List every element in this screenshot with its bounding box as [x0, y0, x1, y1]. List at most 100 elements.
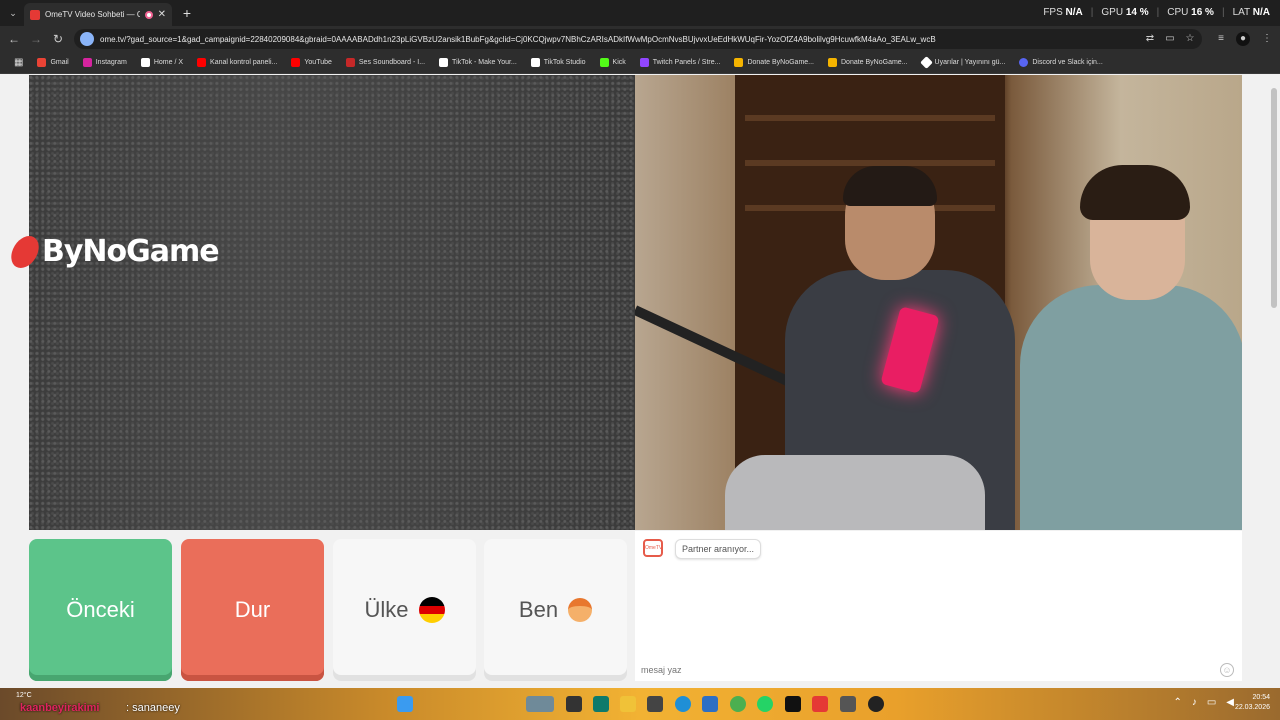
germany-flag-icon [418, 597, 445, 623]
discord-icon [1019, 58, 1029, 67]
clock-date: 22.03.2026 [1234, 704, 1270, 711]
network-icon[interactable]: ▭ [1207, 697, 1216, 708]
tab-ometv[interactable]: OmeTV Video Sohbeti — C ✕ [24, 3, 172, 26]
fps-label: FPS [1043, 7, 1063, 18]
bynogame-logo: ByNoGame [7, 234, 220, 269]
chat-panel: OmeTV Partner aranıyor... ☺ [635, 531, 1242, 681]
scrollbar-thumb[interactable] [1271, 88, 1277, 308]
bookmark-label: Donate ByNoGame... [841, 59, 908, 66]
me-label: Ben [518, 597, 559, 622]
bookmark-soundboard[interactable]: Ses Soundboard - I... [340, 58, 431, 67]
person-body [1020, 285, 1242, 530]
gpu-value: 14 % [1125, 7, 1149, 18]
chevron-up-icon[interactable]: ⌃ [1173, 697, 1181, 708]
person-right-image [1020, 165, 1242, 530]
bookmark-donate-1[interactable]: Donate ByNoGame... [728, 58, 820, 67]
x-icon [140, 58, 150, 67]
bookmark-donate-2[interactable]: Donate ByNoGame... [822, 58, 914, 67]
bookmark-tiktok-studio[interactable]: TikTok Studio [525, 58, 592, 67]
forward-arrow-icon[interactable]: → [28, 31, 44, 47]
mail-icon[interactable] [702, 696, 718, 712]
chat-input[interactable] [641, 663, 1211, 677]
self-video [635, 75, 1242, 530]
bookmark-star-icon[interactable]: ☆ [1183, 32, 1197, 46]
tab-title: OmeTV Video Sohbeti — C [45, 10, 140, 19]
cpu-value: 16 % [1191, 7, 1214, 18]
menu-kebab-icon[interactable]: ⋮ [1260, 32, 1274, 46]
tab-search-button[interactable]: ⌄ [4, 4, 22, 22]
previous-label: Önceki [66, 597, 135, 622]
translate-icon[interactable]: ⇄ [1143, 32, 1157, 46]
stop-label: Dur [234, 597, 271, 622]
brand-text: ByNoGame [42, 234, 220, 269]
apps-grid-icon[interactable]: ▦ [8, 57, 29, 68]
bookmark-label: Uyarılar | Yayınını gü... [934, 59, 1006, 66]
bookmark-label: Kick [612, 59, 626, 66]
store-icon[interactable] [647, 696, 663, 712]
shelf [745, 115, 995, 121]
lat-value: N/A [1252, 7, 1270, 18]
bookmark-youtube[interactable]: YouTube [285, 58, 338, 67]
microphone-icon[interactable]: ♪ [1192, 697, 1197, 708]
bookmark-label: TikTok Studio [543, 59, 586, 66]
performance-stats: FPS N/A | GPU 14 % | CPU 16 % | LAT N/A [1043, 7, 1270, 18]
system-tray: ⌃ ♪ ▭ ◀ [1173, 697, 1234, 708]
bookmark-label: Ses Soundboard - I... [358, 59, 426, 66]
profile-avatar-icon[interactable]: ● [1236, 32, 1250, 46]
fps-value: N/A [1065, 7, 1083, 18]
site-info-icon[interactable] [80, 32, 94, 46]
tab-strip: ⌄ OmeTV Video Sohbeti — C ✕ + FPS N/A | … [0, 0, 1280, 26]
address-bar[interactable]: ome.tv/?gad_source=1&gad_campaignid=2284… [74, 29, 1202, 49]
person-hair [843, 166, 937, 206]
reload-icon[interactable]: ↻ [50, 31, 66, 47]
new-tab-button[interactable]: + [178, 4, 196, 22]
bookmark-label: YouTube [304, 59, 332, 66]
bookmark-label: Twitch Panels / Stre... [652, 59, 721, 66]
bookmark-gmail[interactable]: Gmail [31, 58, 74, 67]
app-thumbnail-icon[interactable] [526, 696, 554, 712]
bookmark-discord[interactable]: Discord ve Slack için... [1013, 58, 1108, 67]
page-scrollbar[interactable] [1268, 74, 1280, 688]
snipping-tool-icon[interactable] [593, 696, 609, 712]
me-button[interactable]: Ben [484, 539, 627, 681]
settings-gear-icon[interactable] [840, 696, 856, 712]
back-arrow-icon[interactable]: ← [6, 31, 22, 47]
bookmark-channel-dashboard[interactable]: Kanal kontrol paneli... [191, 58, 283, 67]
task-view-icon[interactable] [566, 696, 582, 712]
clock[interactable]: 20:54 22.03.2026 [1235, 693, 1270, 713]
edge-icon[interactable] [675, 696, 691, 712]
stream-chat-username: kaanbeyirakimi [20, 702, 100, 714]
chrome-icon[interactable] [730, 696, 746, 712]
cast-icon[interactable]: ▭ [1163, 32, 1177, 46]
whatsapp-icon[interactable] [757, 696, 773, 712]
tiktok-icon [530, 58, 540, 67]
tiktok-icon[interactable] [785, 696, 801, 712]
previous-button[interactable]: Önceki [29, 539, 172, 681]
volume-icon[interactable]: ◀ [1226, 697, 1234, 708]
windows-start-icon[interactable] [397, 696, 413, 712]
emoji-picker-icon[interactable]: ☺ [1220, 663, 1234, 677]
bookmark-instagram[interactable]: Instagram [77, 58, 133, 67]
instagram-icon [82, 58, 92, 67]
bookmark-label: Donate ByNoGame... [747, 59, 814, 66]
partner-video [29, 75, 635, 530]
bookmark-kick[interactable]: Kick [594, 58, 632, 67]
weather-widget[interactable]: 12°C [16, 692, 32, 699]
close-tab-icon[interactable]: ✕ [158, 9, 166, 20]
country-label: Ülke [364, 597, 409, 622]
bookmark-x[interactable]: Home / X [135, 58, 189, 67]
url-text: ome.tv/?gad_source=1&gad_campaignid=2284… [100, 34, 936, 44]
youtube-icon [291, 58, 301, 67]
youtube-icon[interactable] [812, 696, 828, 712]
pants-image [725, 455, 985, 530]
kick-icon [599, 58, 609, 67]
obs-icon[interactable] [868, 696, 884, 712]
extensions-icon[interactable]: ≡ [1214, 32, 1228, 46]
country-button[interactable]: Ülke [333, 539, 476, 681]
youtube-studio-icon [197, 58, 207, 67]
stop-button[interactable]: Dur [181, 539, 324, 681]
bookmark-twitch-panels[interactable]: Twitch Panels / Stre... [634, 58, 727, 67]
file-explorer-icon[interactable] [620, 696, 636, 712]
bookmark-tiktok[interactable]: TikTok - Make Your... [433, 58, 523, 67]
bookmark-alerts[interactable]: Uyarılar | Yayınını gü... [916, 56, 1012, 69]
